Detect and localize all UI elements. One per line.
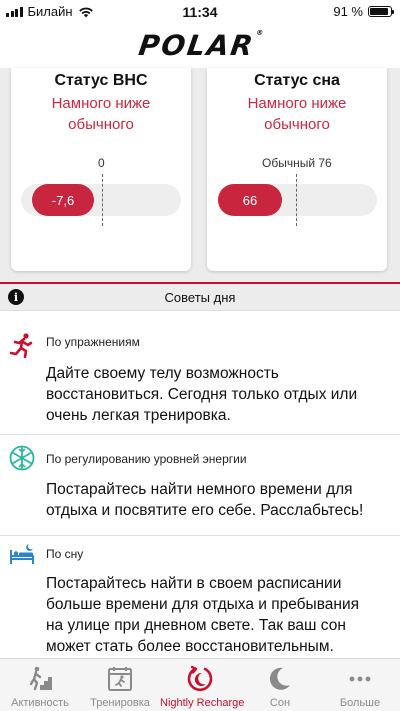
activity-icon [29, 666, 52, 691]
status-bar: Билайн 11:34 91 % [0, 0, 400, 22]
sleep-status-value: Намного ниже обычного [247, 95, 347, 133]
sleep-reference-line [296, 174, 297, 226]
ans-status-card[interactable]: Статус ВНС Намного ниже обычного 0 -7,6 [11, 68, 191, 271]
ans-status-title: Статус ВНС [54, 72, 148, 89]
tab-bar: Активность Тренировка Nightly Recharge С… [0, 658, 400, 711]
sleep-status-card[interactable]: Статус сна Намного ниже обычного Обычный… [207, 68, 387, 271]
sleep-status-text: Намного ниже обычного [207, 93, 387, 135]
ans-reference-label: 0 [98, 156, 105, 170]
tip-energy: По регулированию уровней энергии Постара… [0, 435, 400, 536]
tab-activity[interactable]: Активность [0, 659, 80, 711]
bed-icon [10, 544, 34, 564]
battery-fill [370, 8, 389, 15]
tab-label: Больше [339, 697, 381, 709]
app-header: POLAR® [0, 22, 400, 68]
more-icon [349, 676, 371, 682]
logo-text: POLAR [136, 28, 257, 62]
tab-label: Тренировка [90, 697, 150, 709]
tab-label: Nightly Recharge [160, 697, 245, 709]
tip-category: По регулированию уровней энергии [46, 452, 247, 466]
running-icon [9, 333, 33, 358]
training-icon [108, 667, 132, 691]
nightly-recharge-icon [187, 665, 213, 692]
tab-training[interactable]: Тренировка [80, 659, 160, 711]
tip-text: Дайте своему телу возможность восстанови… [46, 365, 358, 424]
sleep-reference-label: Обычный 76 [262, 156, 332, 170]
tab-label: Сон [269, 697, 291, 709]
status-cards: Статус ВНС Намного ниже обычного 0 -7,6 … [0, 68, 400, 282]
tab-sleep[interactable]: Сон [240, 659, 320, 711]
ans-status-text: Намного ниже обычного [11, 93, 191, 135]
battery-icon [368, 6, 394, 17]
tips-header-label: Советы дня [164, 289, 236, 305]
battery-percent: 91 % [333, 4, 363, 19]
tab-label: Активность [11, 697, 69, 709]
info-icon[interactable]: i [8, 289, 24, 305]
energy-icon [9, 445, 35, 471]
tip-text: Постарайтесь найти в своем расписании бо… [46, 575, 359, 655]
sleep-bar-fill: 66 [218, 184, 282, 216]
tab-nightly-recharge[interactable]: Nightly Recharge [160, 659, 245, 711]
tip-exercise: По упражнениям Дайте своему телу возможн… [0, 312, 400, 435]
ans-reference-line [102, 174, 103, 226]
tip-category: По сну [46, 547, 84, 561]
polar-logo: POLAR® [136, 28, 264, 62]
moon-icon [269, 667, 290, 690]
status-bar-right: 91 % [333, 4, 394, 19]
ans-status-value: Намного ниже обычного [51, 95, 151, 133]
ans-bar-fill: -7,6 [32, 184, 94, 216]
sleep-status-title: Статус сна [254, 72, 340, 89]
tip-sleep: По сну Постарайтесь найти в своем распис… [0, 536, 400, 658]
tip-category: По упражнениям [46, 335, 140, 349]
tips-header: i Советы дня [0, 284, 400, 311]
tab-more[interactable]: Больше [320, 659, 400, 711]
tip-text: Постарайтесь найти немного времени для о… [46, 481, 364, 519]
